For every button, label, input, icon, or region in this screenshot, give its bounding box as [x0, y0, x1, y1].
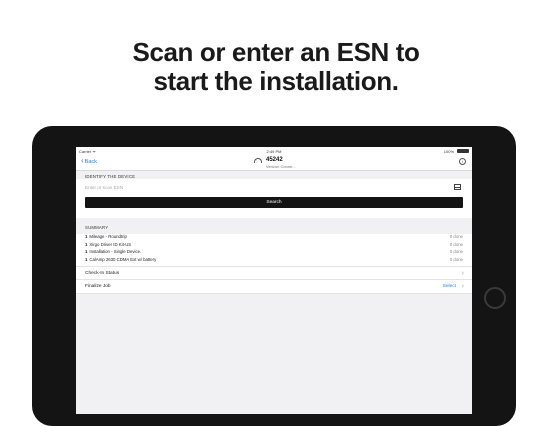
summary-item-qty: 1 — [85, 241, 88, 247]
check-in-status-row[interactable]: Check-In Status › — [76, 266, 472, 280]
chevron-right-icon: › — [461, 269, 464, 277]
summary-item-status: 0 done — [449, 241, 463, 247]
back-button[interactable]: ‹Back — [81, 156, 97, 166]
navigation-bar: ‹Back 45242 Verizon Conne... i — [76, 154, 472, 171]
summary-item-name: Mileage - Roundtrip — [89, 234, 127, 239]
battery-icon — [457, 149, 469, 153]
barcode-scan-icon[interactable] — [454, 184, 461, 190]
job-number-title: 45242 — [266, 156, 283, 163]
summary-item-status: 0 done — [449, 234, 463, 239]
headline-line-1: Scan or enter an ESN to — [132, 37, 420, 67]
finalize-select-link[interactable]: Select — [443, 284, 456, 289]
identify-device-card: Enter or scan ESN Search — [76, 179, 472, 218]
chevron-right-icon: › — [461, 282, 464, 290]
esn-input[interactable]: Enter or scan ESN — [85, 185, 123, 190]
job-subtitle: Verizon Conne... — [266, 163, 296, 169]
info-icon[interactable]: i — [459, 158, 466, 165]
gauge-icon — [254, 158, 262, 163]
summary-item-qty: 1 — [85, 249, 88, 254]
finalize-job-label: Finalize Job — [85, 284, 111, 289]
summary-item-status: 0 done — [449, 256, 463, 262]
summary-card: 1 Mileage - Roundtrip 0 done 1 Xirgo Drive… — [76, 234, 472, 266]
marketing-headline: Scan or enter an ESN to start the instal… — [0, 38, 552, 96]
summary-item: 1 Xirgo Driver ID Kit-US 0 done — [85, 242, 463, 249]
app-screen: Carrier ᯤ 2:49 PM 100% ‹Back 45242 Veriz… — [76, 147, 472, 414]
summary-item-qty: 1 — [85, 256, 88, 262]
check-in-status-label: Check-In Status — [85, 271, 120, 276]
summary-item-name: Xirgo Driver ID Kit-US — [89, 241, 132, 247]
battery-percent: 100% — [443, 148, 454, 154]
finalize-job-row[interactable]: Finalize Job Select › — [76, 279, 472, 294]
summary-item-status: 0 done — [449, 249, 463, 254]
back-label: Back — [84, 159, 97, 165]
headline-line-2: start the installation. — [153, 66, 399, 96]
status-bar: Carrier ᯤ 2:49 PM 100% — [76, 147, 472, 154]
home-button — [484, 287, 506, 309]
summary-item: 1 CalAmp 2630 CDMA Ext w/ battery 0 done — [85, 257, 463, 264]
summary-item-qty: 1 — [85, 234, 88, 239]
chevron-left-icon: ‹ — [81, 156, 84, 165]
summary-item-name: CalAmp 2630 CDMA Ext w/ battery — [89, 256, 157, 262]
status-time: 2:49 PM — [266, 148, 282, 154]
summary-item-name: Installation - Single Device. — [89, 249, 142, 254]
summary-section-label: SUMMARY — [85, 225, 109, 230]
summary-item: 1 Mileage - Roundtrip 0 done — [85, 234, 463, 241]
search-button[interactable]: Search — [85, 197, 463, 208]
summary-item: 1 Installation - Single Device. 0 done — [85, 249, 463, 256]
